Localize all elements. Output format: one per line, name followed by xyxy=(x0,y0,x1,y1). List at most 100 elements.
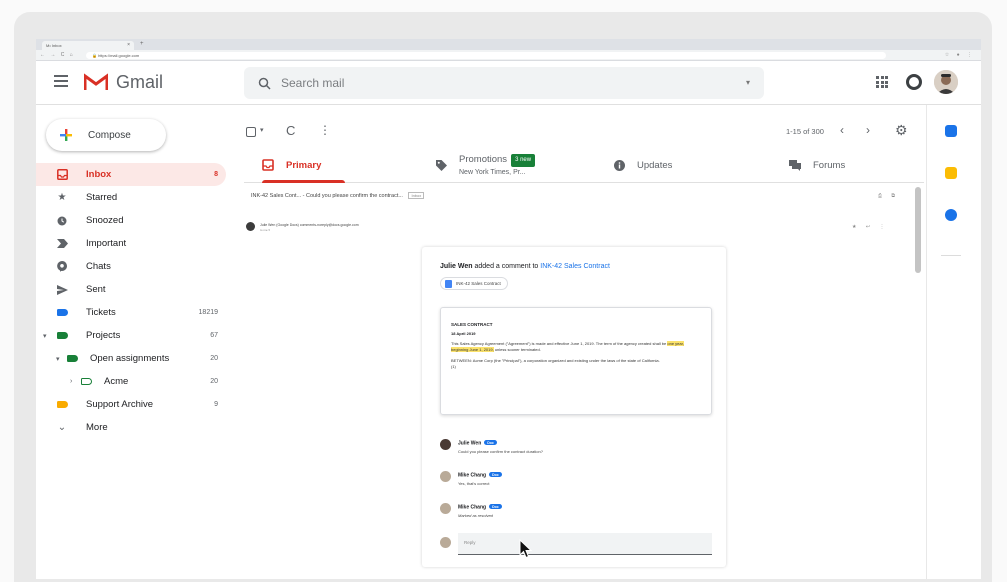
commenter-badge: Doc xyxy=(484,440,497,445)
tab-primary[interactable]: Primary xyxy=(262,147,346,183)
gmail-header: Gmail Search mail ▾ xyxy=(36,61,981,105)
sidebar-item-support-archive[interactable]: Support Archive 9 xyxy=(36,393,226,416)
commenter-badge: Doc xyxy=(489,472,502,477)
comment-card-header: Julie Wen added a comment to INK-42 Sale… xyxy=(440,263,610,270)
chevron-right-icon[interactable]: › xyxy=(866,123,870,137)
sidebar-item-label: Snoozed xyxy=(86,215,124,226)
reply-icon[interactable]: ★ ↩ ⋮ xyxy=(852,224,888,230)
search-options-icon[interactable]: ▾ xyxy=(746,78,750,87)
sidebar-item-projects[interactable]: ▾ Projects 67 xyxy=(36,324,226,347)
document-preview[interactable]: SALES CONTRACT 18 April 2019 This Sales … xyxy=(440,307,712,415)
doc-paragraph: This Sales Agency Agreement ("Agreement"… xyxy=(451,341,684,352)
tasks-icon[interactable] xyxy=(945,209,957,221)
pagination-label: 1-15 of 300 xyxy=(786,127,824,136)
comment-text: Could you please confirm the contract du… xyxy=(458,449,543,454)
unread-count: 8 xyxy=(214,171,218,178)
comment-author: Julie Wen xyxy=(440,263,473,270)
search-bar[interactable]: Search mail ▾ xyxy=(244,67,764,99)
search-input[interactable]: Search mail xyxy=(281,76,344,90)
product-name: Gmail xyxy=(116,71,164,92)
sidebar-item-chats[interactable]: Chats xyxy=(36,255,226,278)
sidebar-item-open-assignments[interactable]: ▾ Open assignments 20 xyxy=(36,347,226,370)
info-icon xyxy=(614,159,625,171)
document-chip-label: INK-42 Sales Contract xyxy=(456,281,501,286)
print-icon[interactable]: ⎙ ⧉ xyxy=(878,193,899,199)
promotions-senders: New York Times, Pr... xyxy=(459,169,526,176)
sidebar-item-important[interactable]: Important xyxy=(36,232,226,255)
select-all-checkbox[interactable] xyxy=(246,127,256,137)
sidebar-item-snoozed[interactable]: Snoozed xyxy=(36,209,226,232)
sidebar-item-label: Support Archive xyxy=(86,399,154,410)
commenter-avatar xyxy=(440,503,451,514)
sidebar-item-starred[interactable]: ★ Starred xyxy=(36,186,226,209)
keep-icon[interactable] xyxy=(945,167,957,179)
sidebar-item-label: Open assignments xyxy=(90,353,170,364)
label-icon xyxy=(66,353,78,365)
scrollbar[interactable] xyxy=(915,187,921,273)
address-bar[interactable]: 🔒 https://mail.google.com xyxy=(86,52,886,59)
comment-action: added a comment to xyxy=(472,263,541,270)
sidebar-item-label: Important xyxy=(86,238,127,249)
chat-icon xyxy=(56,261,68,273)
tab-promotions[interactable]: Promotions 3 new New York Times, Pr... xyxy=(436,147,536,183)
commenter-avatar xyxy=(440,471,451,482)
sender-avatar xyxy=(246,222,255,231)
new-badge: 3 new xyxy=(511,154,536,167)
new-tab-button[interactable]: + xyxy=(140,41,144,47)
label-icon xyxy=(56,399,68,411)
label-count: 67 xyxy=(210,332,218,339)
browser-extension-icons[interactable]: ☆ ● ⋮ xyxy=(945,52,975,58)
apps-grid-icon[interactable] xyxy=(876,76,888,88)
document-link[interactable]: INK-42 Sales Contract xyxy=(540,263,610,270)
promotions-text: Promotions 3 new New York Times, Pr... xyxy=(459,152,536,178)
inbox-chip[interactable]: Inbox xyxy=(408,192,425,199)
refresh-icon[interactable]: C xyxy=(286,123,295,138)
search-icon[interactable] xyxy=(258,77,271,90)
mail-toolbar: ▾ C ⋮ 1-15 of 300 ‹ › ⚙ xyxy=(244,122,924,143)
gmail-logo[interactable]: Gmail xyxy=(84,70,163,94)
inbox-icon xyxy=(262,159,274,171)
docs-icon xyxy=(445,279,452,288)
select-options-icon[interactable]: ▾ xyxy=(260,126,264,134)
tab-forums[interactable]: Forums xyxy=(789,147,845,183)
main-menu-icon[interactable] xyxy=(54,75,68,87)
tab-label: Promotions xyxy=(459,154,508,165)
compose-button[interactable]: Compose xyxy=(46,119,166,151)
avatar[interactable] xyxy=(934,70,958,94)
calendar-icon[interactable] xyxy=(945,125,957,137)
expand-caret-icon[interactable]: › xyxy=(70,378,72,385)
reply-input[interactable]: Reply xyxy=(458,533,712,555)
more-icon[interactable]: ⋮ xyxy=(319,123,331,137)
browser-tab[interactable]: M• Inbox × xyxy=(42,41,134,50)
sidebar-item-sent[interactable]: Sent xyxy=(36,278,226,301)
side-panel-rail xyxy=(926,105,981,579)
doc-title: SALES CONTRACT xyxy=(451,322,493,327)
comment-card: Julie Wen added a comment to INK-42 Sale… xyxy=(422,247,726,567)
sidebar-item-label: Inbox xyxy=(86,169,112,180)
sidebar-item-acme[interactable]: › Acme 20 xyxy=(36,370,226,393)
close-icon[interactable]: × xyxy=(127,42,130,48)
document-chip[interactable]: INK-42 Sales Contract xyxy=(440,277,508,290)
email-subject: INK-42 Sales Cont... - Could you please … xyxy=(251,192,891,204)
sidebar-item-label: Sent xyxy=(86,284,106,295)
recipient-details[interactable]: to me ▾ xyxy=(260,228,270,232)
user-avatar-icon xyxy=(934,70,958,94)
collapse-caret-icon[interactable]: ▾ xyxy=(43,332,47,340)
tab-updates[interactable]: Updates xyxy=(614,147,672,183)
sidebar-item-tickets[interactable]: Tickets 18219 xyxy=(36,301,226,324)
collapse-caret-icon[interactable]: ▾ xyxy=(56,355,60,363)
browser-nav-buttons[interactable]: ← → C ⌂ xyxy=(40,52,75,58)
gear-icon[interactable]: ⚙ xyxy=(895,122,908,139)
sidebar-item-label: Chats xyxy=(86,261,111,272)
account-ring-icon[interactable] xyxy=(906,74,922,90)
commenter-name: Mike Chang Doc xyxy=(458,504,502,511)
category-tabs: Primary Promotions 3 new New York Times, … xyxy=(244,147,924,183)
reply-avatar xyxy=(440,537,451,548)
sidebar-item-more[interactable]: ⌄ More xyxy=(36,416,226,439)
label-count: 18219 xyxy=(198,309,218,316)
sidebar-item-inbox[interactable]: Inbox 8 xyxy=(36,163,226,186)
email-sender-row: Julie Wen (Google Docs) comments-noreply… xyxy=(246,222,896,236)
sidebar-nav: Inbox 8 ★ Starred Snoozed Important Chat… xyxy=(36,163,226,439)
chevron-left-icon[interactable]: ‹ xyxy=(840,123,844,137)
doc-paragraph: (1) xyxy=(451,364,456,369)
